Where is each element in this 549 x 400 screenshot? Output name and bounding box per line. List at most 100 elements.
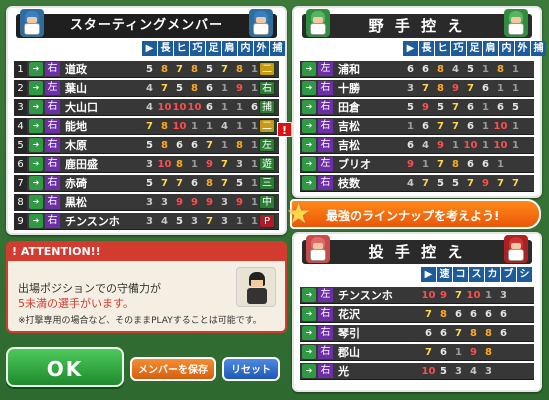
position-badge[interactable]: 遊	[259, 157, 275, 171]
swap-arrow-icon[interactable]: ➔	[302, 364, 316, 378]
position-badge[interactable]: 捕	[259, 100, 275, 114]
stat-value: 1	[497, 158, 504, 170]
stat-value: 6	[176, 139, 183, 151]
player-name: 光	[338, 365, 349, 378]
stat-value: 8	[470, 327, 477, 339]
starting-lineup-panel: スターティングメンバー ▶ 長 ヒ 巧 足 肩 内 外 捕 1 ➔ 右道政 5 8 7 8 5…	[6, 6, 287, 235]
stat-value: 9	[236, 196, 243, 208]
swap-arrow-icon[interactable]: ➔	[29, 157, 43, 171]
stat-value: 10	[493, 139, 508, 151]
stat-value: 10	[421, 365, 436, 377]
swap-arrow-icon[interactable]: ➔	[302, 288, 316, 302]
player-row[interactable]: ➔ 左チンスンホ 10 9 7 10 1 3	[300, 287, 534, 304]
stat-value: 10	[172, 120, 187, 132]
player-row[interactable]: ➔ 右郡山 7 6 1 9 8	[300, 344, 534, 361]
swap-arrow-icon[interactable]: ➔	[29, 195, 43, 209]
position-badge[interactable]: 二	[259, 119, 275, 133]
stat-value: 6	[206, 101, 213, 113]
swap-arrow-icon[interactable]: ➔	[302, 326, 316, 340]
swap-arrow-icon[interactable]: ➔	[29, 100, 43, 114]
stat-value: 3	[500, 289, 507, 301]
player-row[interactable]: ➔ 右田倉 5 9 5 7 6 1 6 5	[300, 99, 534, 116]
swap-arrow-icon[interactable]: ➔	[302, 345, 316, 359]
swap-arrow-icon[interactable]: ➔	[29, 119, 43, 133]
player-row[interactable]: ➔ 左浦和 6 6 8 4 5 1 8 1	[300, 61, 534, 78]
col-header: 巧	[190, 41, 205, 56]
swap-arrow-icon[interactable]: ➔	[302, 307, 316, 321]
player-row[interactable]: ➔ 左ブリオ 9 1 7 8 6 6 1	[300, 156, 534, 173]
stat-value: 1	[512, 139, 519, 151]
stat-value: 5	[452, 177, 459, 189]
stat-value: 1	[236, 120, 243, 132]
position-badge[interactable]: 三	[259, 176, 275, 190]
swap-arrow-icon[interactable]: ➔	[302, 176, 316, 190]
swap-arrow-icon[interactable]: ➔	[29, 81, 43, 95]
batting-hand-badge: 右	[45, 176, 60, 190]
player-stats: 76198	[421, 344, 496, 361]
player-row[interactable]: 2 ➔ 左葉山 4 7 5 8 6 1 9 1 右	[14, 79, 279, 97]
position-badge[interactable]: 二	[259, 62, 275, 76]
stat-value: 3	[191, 215, 198, 227]
swap-arrow-icon[interactable]: ➔	[302, 138, 316, 152]
position-badge[interactable]: 中	[259, 195, 275, 209]
swap-arrow-icon[interactable]: ➔	[302, 157, 316, 171]
player-row[interactable]: ➔ 右吉松 6 4 9 1 10 1 10 1	[300, 137, 534, 154]
player-chibi-icon	[504, 235, 528, 263]
attention-line-1: 出場ポジションでの守備力が	[18, 282, 161, 295]
player-chibi-icon	[20, 9, 44, 37]
player-row[interactable]: ➔ 右十勝 3 7 8 9 7 6 1 1	[300, 80, 534, 97]
swap-arrow-icon[interactable]: ➔	[29, 62, 43, 76]
stat-value: 5	[236, 177, 243, 189]
player-row[interactable]: 1 ➔ 右道政 5 8 7 8 5 7 8 1 二	[14, 60, 279, 78]
position-badge[interactable]: P	[259, 214, 275, 228]
swap-arrow-icon[interactable]: ➔	[302, 81, 316, 95]
batting-hand-badge: 右	[318, 326, 333, 340]
player-row[interactable]: ➔ 右光 10 5 3 4 3	[300, 363, 534, 380]
swap-arrow-icon[interactable]: ➔	[29, 176, 43, 190]
arrow-icon: ▶	[142, 41, 157, 56]
position-badge[interactable]: 右	[259, 81, 275, 95]
stat-value: 8	[236, 139, 243, 151]
player-row[interactable]: 9 ➔ 右チンスンホ 3 4 5 3 7 3 1 1 P	[14, 212, 279, 230]
row-number: 8	[14, 193, 27, 211]
stat-value: 3	[407, 82, 414, 94]
player-row[interactable]: ➔ 右枝数 4 7 5 5 7 9 7 7	[300, 175, 534, 192]
player-name: 黒松	[65, 196, 87, 209]
stat-value: 8	[485, 327, 492, 339]
stat-value: 6	[500, 327, 507, 339]
position-badge[interactable]: 左	[259, 138, 275, 152]
stat-value: 1	[512, 82, 519, 94]
player-row[interactable]: ➔ 右花沢 7 8 6 6 6 6	[300, 306, 534, 323]
player-name: 赤碕	[65, 177, 87, 190]
col-header: 外	[254, 41, 269, 56]
col-header: 足	[206, 41, 221, 56]
batting-hand-badge: 右	[45, 214, 60, 228]
player-chibi-icon	[504, 9, 528, 37]
swap-arrow-icon[interactable]: ➔	[302, 119, 316, 133]
swap-arrow-icon[interactable]: ➔	[29, 138, 43, 152]
stat-value: 7	[452, 120, 459, 132]
stat-value: 9	[407, 158, 414, 170]
player-name: 吉松	[338, 120, 360, 133]
swap-arrow-icon[interactable]: ➔	[302, 62, 316, 76]
row-number: 5	[14, 136, 27, 154]
ok-button[interactable]: OK	[6, 347, 124, 387]
player-row[interactable]: ➔ 右琴引 6 6 7 8 8 6	[300, 325, 534, 342]
player-row[interactable]: 5 ➔ 右木原 5 8 6 6 7 1 8 1 左	[14, 136, 279, 154]
save-members-button[interactable]: メンバーを保存	[130, 357, 216, 381]
swap-arrow-icon[interactable]: ➔	[29, 214, 43, 228]
player-name: 木原	[65, 139, 87, 152]
stat-value: 3	[485, 365, 492, 377]
player-row[interactable]: ➔ 右吉松 1 6 7 7 6 1 10 1	[300, 118, 534, 135]
player-row[interactable]: 7 ➔ 右赤碕 5 7 7 6 8 7 5 1 三	[14, 174, 279, 192]
player-row[interactable]: 3 ➔ 右大山口 4 10 10 10 6 1 1 6 捕	[14, 98, 279, 116]
swap-arrow-icon[interactable]: ➔	[302, 100, 316, 114]
stat-value: 1	[452, 139, 459, 151]
player-row[interactable]: 4 ➔ 右能地 7 8 10 1 1 4 1 1 二	[14, 117, 279, 135]
reset-button[interactable]: リセット	[222, 357, 280, 381]
stat-value: 6	[470, 308, 477, 320]
player-row[interactable]: 8 ➔ 右黒松 3 3 9 9 9 3 9 1 中	[14, 193, 279, 211]
stat-value: 8	[437, 63, 444, 75]
player-row[interactable]: 6 ➔ 右鹿田盛 3 10 8 1 9 7 3 1 遊	[14, 155, 279, 173]
lineup-tip-banner: ★ 最強のラインナップを考えよう!	[286, 199, 541, 229]
